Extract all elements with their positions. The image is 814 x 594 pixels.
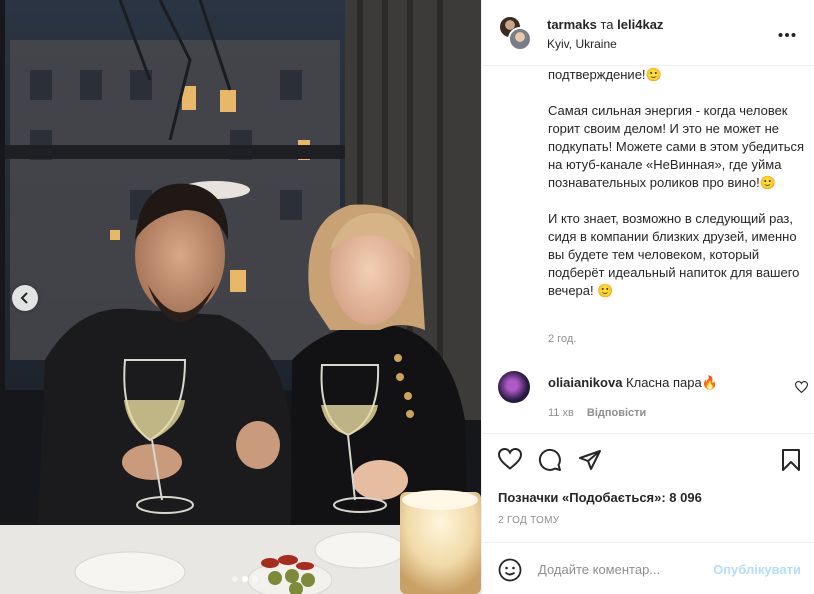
caption-paragraph: И кто знает, возможно в следующий раз, с… (548, 211, 800, 298)
like-button[interactable] (497, 447, 523, 477)
comment-like-button[interactable] (794, 380, 809, 398)
avatar[interactable] (498, 371, 530, 403)
post-actions: Позначки «Подобається»: 8 096 2 ГОД ТОМУ (482, 433, 814, 542)
post-date: 2 ГОД ТОМУ (498, 515, 560, 526)
comments-scroll-area[interactable]: подтверждение!🙂 Самая сильная энергия - … (482, 66, 814, 432)
post-authors: tarmaks та leli4kaz (547, 17, 663, 32)
reply-button[interactable]: Відповісти (587, 407, 646, 419)
post-photo[interactable] (0, 0, 481, 594)
heart-icon (497, 447, 523, 470)
avatar (508, 27, 532, 51)
smiley-icon (498, 558, 522, 582)
publish-comment-button[interactable]: Опублікувати (713, 562, 801, 577)
post-side-panel: tarmaks та leli4kaz Kyiv, Ukraine подтве… (481, 0, 814, 594)
author-link[interactable]: tarmaks (547, 17, 597, 32)
more-horizontal-icon (778, 33, 796, 37)
comment-bubble-icon (538, 448, 561, 471)
add-comment-bar: Опублікувати (482, 542, 814, 594)
post-location[interactable]: Kyiv, Ukraine (547, 37, 617, 51)
collab-avatars[interactable] (498, 15, 532, 51)
paper-plane-icon (579, 450, 601, 470)
carousel-prev-button[interactable] (12, 285, 38, 311)
carousel-dots (232, 576, 258, 582)
comment-time: 11 хв (548, 407, 574, 419)
comment-body: Класна пара🔥 (626, 375, 718, 390)
comment-text: oliaianikova Класна пара🔥 (548, 375, 718, 391)
post-caption: подтверждение!🙂 Самая сильная энергия - … (548, 66, 808, 318)
emoji-button[interactable] (498, 558, 522, 587)
author-link[interactable]: leli4kaz (617, 17, 663, 32)
post-header: tarmaks та leli4kaz Kyiv, Ukraine (482, 0, 814, 66)
chevron-left-icon (20, 292, 28, 304)
heart-icon (794, 381, 809, 394)
photo-illustration (0, 0, 481, 594)
carousel-dot (232, 576, 238, 582)
caption-line: подтверждение!🙂 (548, 67, 662, 82)
more-options-button[interactable] (778, 22, 796, 43)
comment-item: oliaianikova Класна пара🔥 11 хв Відповіс… (498, 371, 809, 431)
save-button[interactable] (781, 448, 801, 477)
share-button[interactable] (578, 448, 602, 477)
comment-input[interactable] (538, 557, 718, 581)
comment-meta: 11 хв Відповісти (548, 407, 656, 419)
likes-count[interactable]: Позначки «Подобається»: 8 096 (498, 490, 702, 505)
caption-time: 2 год. (548, 333, 577, 345)
carousel-dot-active (242, 576, 248, 582)
carousel-dot (252, 576, 258, 582)
bookmark-icon (782, 449, 800, 471)
comment-username[interactable]: oliaianikova (548, 375, 622, 390)
authors-conjunction: та (600, 17, 614, 32)
caption-paragraph: Самая сильная энергия - когда человек го… (548, 103, 805, 190)
comment-button[interactable] (538, 448, 562, 477)
action-icons (497, 447, 602, 477)
